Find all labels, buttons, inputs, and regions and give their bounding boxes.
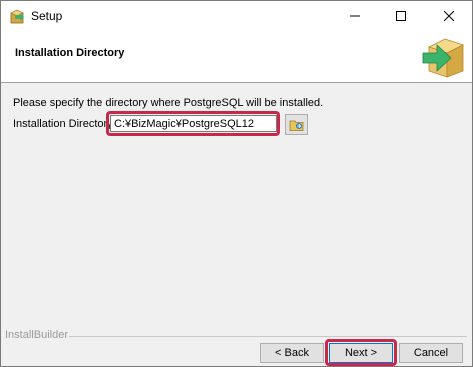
next-button[interactable]: Next > [329,343,393,363]
maximize-icon [396,11,406,21]
title-bar[interactable]: Setup [1,1,472,31]
installbuilder-label: InstallBuilder [5,329,68,341]
page-header: Installation Directory [1,31,472,83]
install-dir-field[interactable] [110,115,277,132]
close-button[interactable] [426,1,472,31]
minimize-button[interactable] [332,1,378,31]
close-icon [444,11,454,21]
folder-browse-icon [289,120,303,131]
cancel-button[interactable]: Cancel [399,343,463,363]
installer-icon [10,9,24,24]
browse-button[interactable] [285,114,308,135]
window-title: Setup [31,9,63,23]
maximize-button[interactable] [378,1,424,31]
setup-window: Setup Installation Directory Please spec… [0,0,473,367]
back-button[interactable]: < Back [260,343,324,363]
intro-text: Please specify the directory where Postg… [13,97,324,109]
minimize-icon [350,15,360,17]
install-dir-label: Installation Directory [13,118,113,130]
box-arrow-logo [422,38,465,78]
page-title: Installation Directory [15,47,125,59]
footer-divider [69,336,467,337]
